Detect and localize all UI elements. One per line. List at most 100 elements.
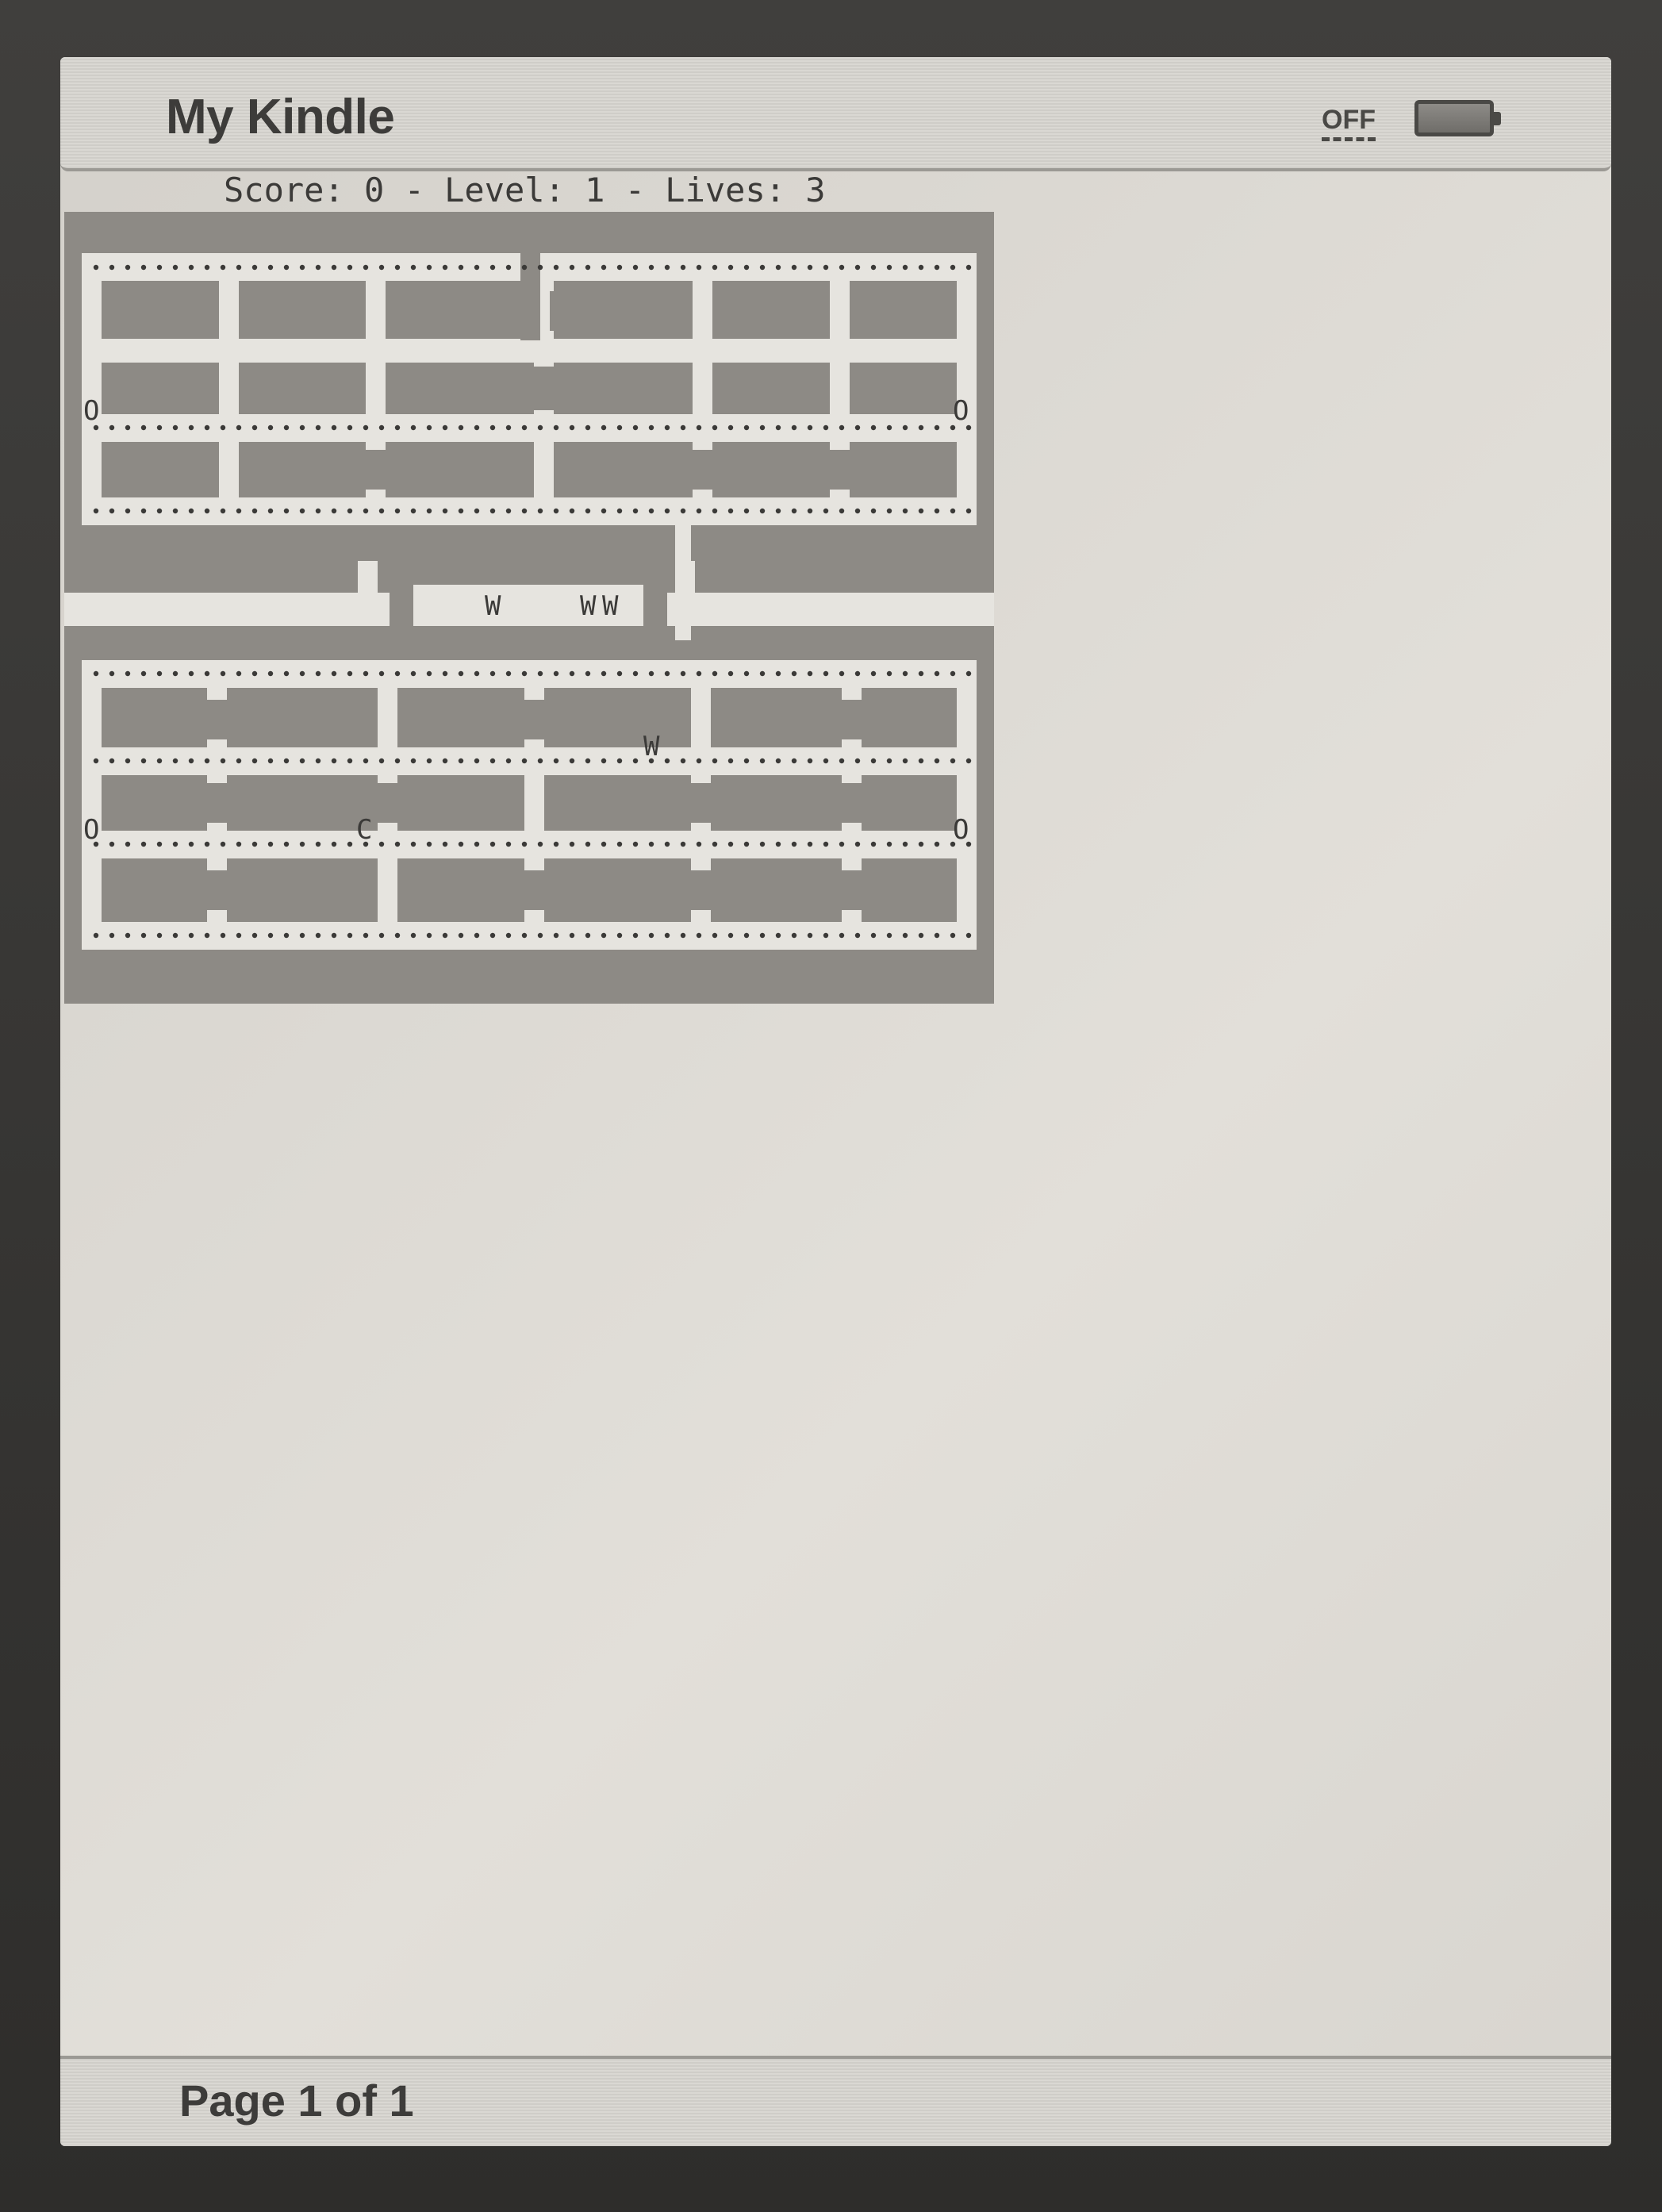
pellet [505, 264, 512, 271]
pellet [648, 841, 654, 847]
pellet [267, 758, 274, 764]
pellet [109, 508, 115, 514]
pellet [648, 424, 654, 431]
pellet [585, 264, 591, 271]
maze-wall-block [397, 367, 643, 410]
pellet [109, 932, 115, 939]
pellet [505, 932, 512, 939]
pellet [283, 424, 290, 431]
pellet [251, 932, 258, 939]
pellet [283, 758, 290, 764]
pellet [632, 758, 639, 764]
pellet [489, 424, 496, 431]
pellet [442, 932, 448, 939]
pellet [823, 424, 829, 431]
pellet [664, 841, 670, 847]
pellet [823, 508, 829, 514]
pellet [236, 424, 242, 431]
maze-wall [64, 525, 378, 561]
pellet [854, 508, 861, 514]
app-title: My Kindle [166, 90, 395, 144]
pellet [886, 264, 892, 271]
pellet [410, 841, 416, 847]
pellet [315, 758, 321, 764]
pellet [601, 508, 607, 514]
pellet [347, 424, 353, 431]
pellet [712, 264, 718, 271]
pellet [267, 670, 274, 677]
pellet [632, 424, 639, 431]
pellet [378, 508, 385, 514]
pellet [870, 841, 877, 847]
pellet [331, 264, 337, 271]
pellet [315, 424, 321, 431]
pellet [394, 758, 401, 764]
pellet [791, 841, 797, 847]
pellet [251, 758, 258, 764]
pellet [823, 670, 829, 677]
pellet [791, 932, 797, 939]
pellet [172, 424, 178, 431]
pellet [854, 670, 861, 677]
pellet [712, 424, 718, 431]
wireless-status-indicator: OFF [1322, 105, 1376, 141]
maze-corridor [219, 253, 239, 525]
pellet [648, 508, 654, 514]
pellet [965, 670, 972, 677]
pellet [410, 758, 416, 764]
pellet [140, 758, 147, 764]
power-pellet: O [953, 814, 969, 846]
pellet [823, 758, 829, 764]
pellet [140, 264, 147, 271]
pellet [204, 841, 210, 847]
pellet [632, 841, 639, 847]
pellet [854, 932, 861, 939]
pellet [125, 841, 131, 847]
pellet [172, 508, 178, 514]
maze-wall-block [243, 291, 358, 331]
pellet [537, 841, 543, 847]
game-status-line: Score: 0 - Level: 1 - Lives: 3 [224, 171, 826, 209]
pellet [712, 508, 718, 514]
pellet [489, 841, 496, 847]
pellet [664, 264, 670, 271]
pellet [759, 932, 766, 939]
pellet [378, 841, 385, 847]
pellet [172, 841, 178, 847]
pellet [775, 932, 781, 939]
pellet [489, 670, 496, 677]
pellet [251, 670, 258, 677]
pellet [553, 670, 559, 677]
pellet [378, 264, 385, 271]
pellet [426, 264, 432, 271]
pellet [743, 424, 750, 431]
maze[interactable]: O OO OW W WWC [64, 212, 994, 1004]
pellet [664, 670, 670, 677]
pellet [299, 758, 305, 764]
pellet [299, 508, 305, 514]
pellet [807, 424, 813, 431]
pellet [553, 424, 559, 431]
pellet [426, 670, 432, 677]
pellet [267, 264, 274, 271]
pellet [616, 264, 623, 271]
pellet [93, 508, 99, 514]
pellet [172, 758, 178, 764]
pellet [743, 508, 750, 514]
pellet [331, 670, 337, 677]
pellet [204, 508, 210, 514]
game-board[interactable]: OOOOWWWWC [64, 212, 994, 1004]
pellet [648, 670, 654, 677]
pellet [601, 670, 607, 677]
pellet [426, 758, 432, 764]
pellet [569, 932, 575, 939]
pellet [712, 932, 718, 939]
maze-corridor [82, 660, 102, 950]
pellet [902, 670, 908, 677]
pellet [315, 508, 321, 514]
pellet [378, 670, 385, 677]
pellet [442, 758, 448, 764]
pellet [109, 841, 115, 847]
pellet [363, 424, 369, 431]
pellet [727, 508, 734, 514]
